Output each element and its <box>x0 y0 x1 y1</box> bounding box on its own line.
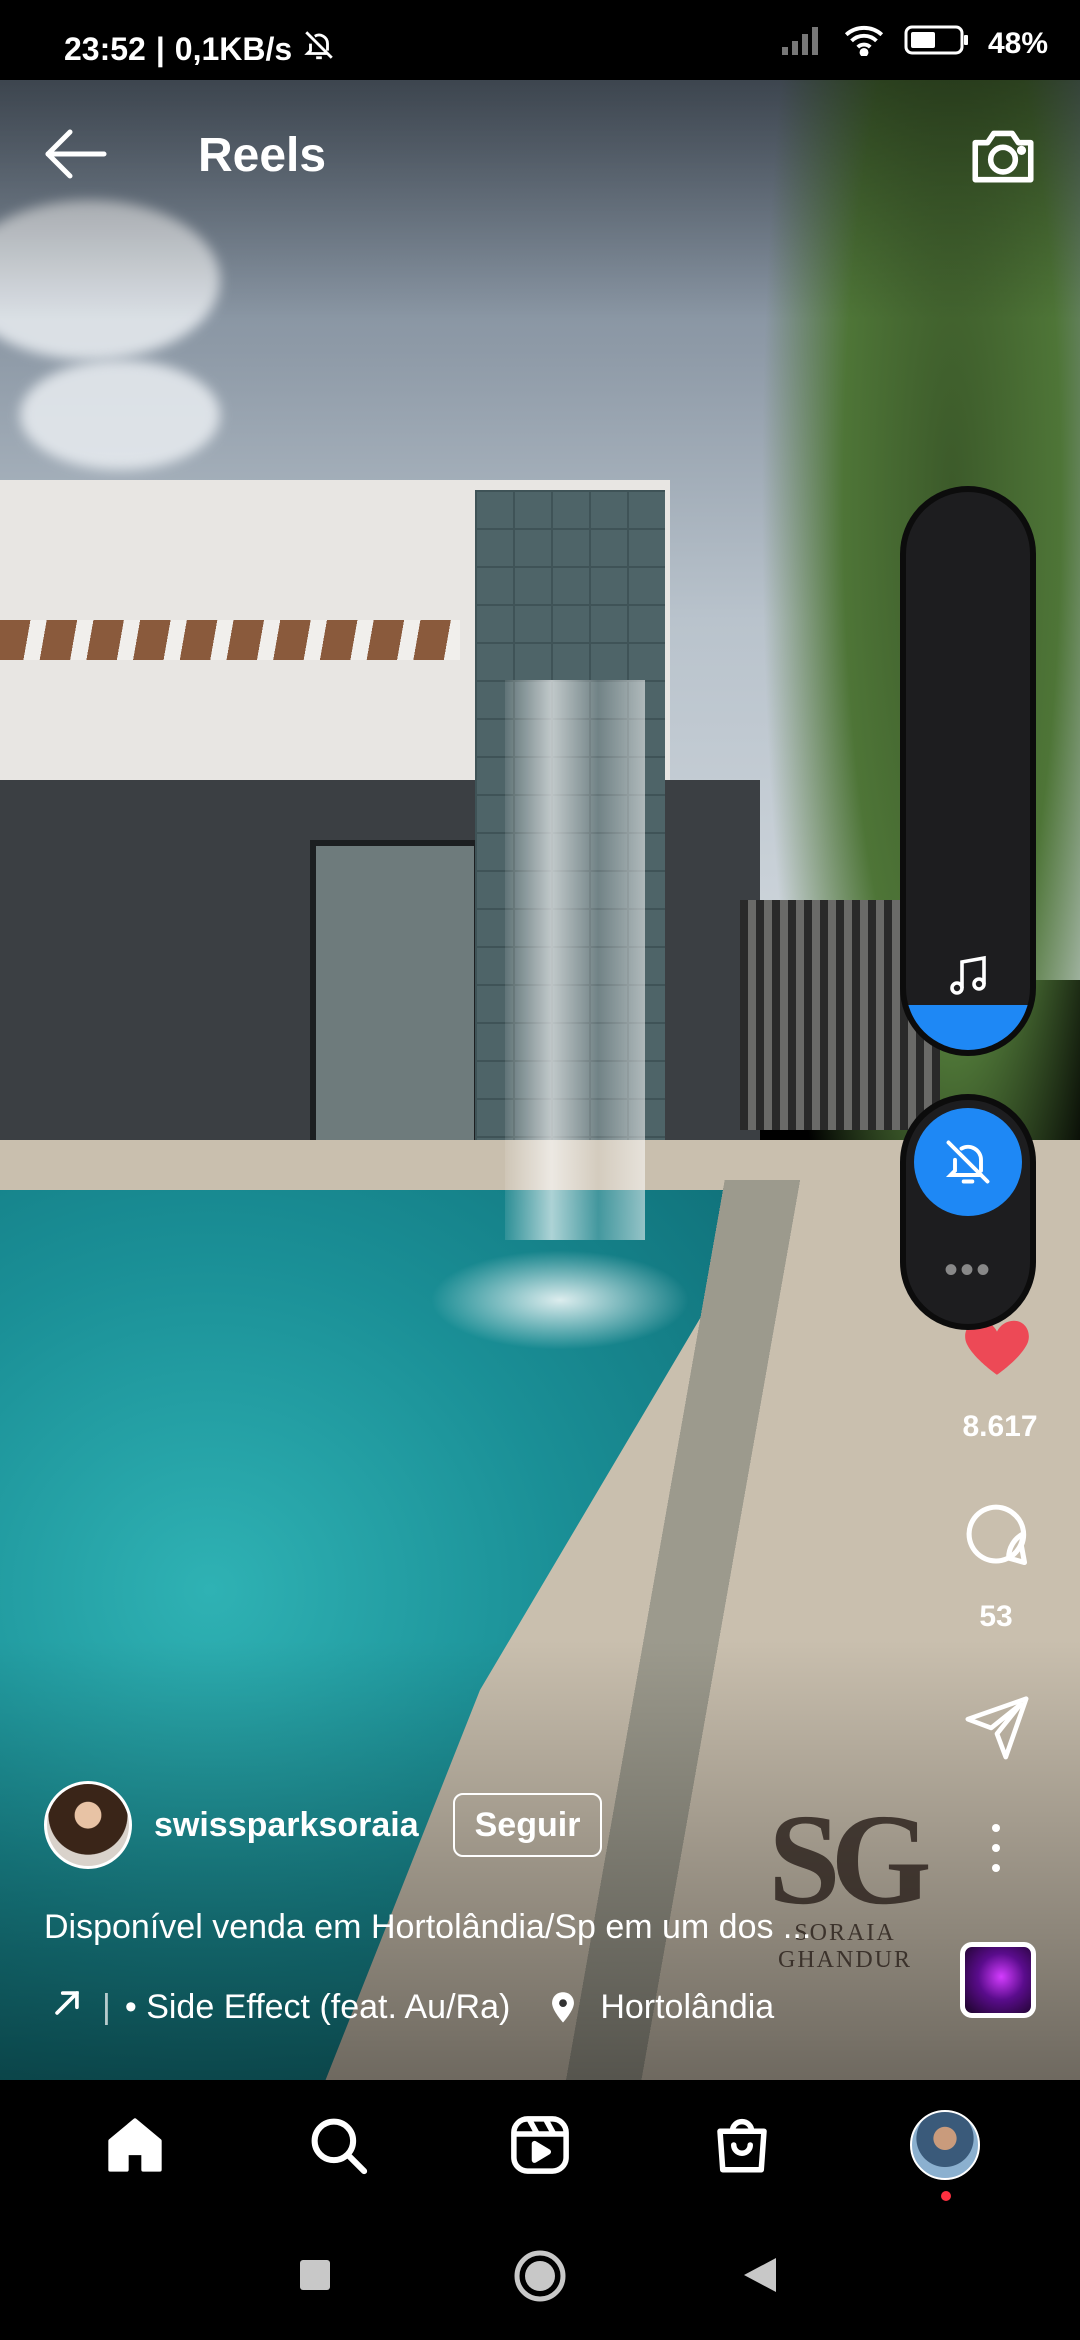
meta-separator: | <box>102 1988 111 2026</box>
battery-icon <box>904 24 970 64</box>
comment-count[interactable]: 53 <box>940 1600 1052 1634</box>
author-row: swissparksoraia Seguir <box>44 1780 603 1870</box>
signal-icon <box>781 25 824 63</box>
follow-button[interactable]: Seguir <box>452 1793 603 1857</box>
splash <box>430 1250 690 1350</box>
status-bar: 23:52 | 0,1KB/s 48% <box>0 0 1080 80</box>
caption[interactable]: Disponível venda em Hortolândia/Sp em um… <box>44 1908 944 1947</box>
camera-icon[interactable] <box>966 118 1040 192</box>
notification-dot <box>940 2191 951 2201</box>
status-separator: | <box>155 30 165 67</box>
recents-button[interactable] <box>298 2258 332 2297</box>
trending-arrow-icon <box>50 1986 84 2029</box>
watermark: SG SORAIA GHANDUR <box>730 1788 960 1974</box>
bell-off-icon <box>302 28 336 70</box>
audio-thumbnail[interactable] <box>960 1942 1036 2018</box>
profile-avatar[interactable] <box>909 2110 980 2180</box>
location-name: Hortolândia <box>600 1988 775 2026</box>
house-glass-door <box>310 840 480 1160</box>
username[interactable]: swissparksoraia <box>154 1806 419 1845</box>
profile-tab[interactable] <box>905 2105 985 2201</box>
cloud <box>20 360 220 470</box>
send-icon[interactable] <box>960 1690 1034 1760</box>
home-button[interactable] <box>512 2248 568 2309</box>
status-time: 23:52 <box>64 30 146 67</box>
status-left: 23:52 | 0,1KB/s <box>64 28 336 70</box>
reels-icon[interactable] <box>500 2105 580 2185</box>
home-icon[interactable] <box>95 2105 175 2185</box>
comment-icon[interactable] <box>958 1496 1034 1572</box>
shop-icon[interactable] <box>702 2105 782 2185</box>
audio-track[interactable]: • Side Effect (feat. Au/Ra) <box>125 1988 510 2027</box>
volume-slider[interactable] <box>900 486 1036 1056</box>
battery-level: 48% <box>987 27 1048 60</box>
more-horizontal-icon[interactable]: ••• <box>940 1250 996 1290</box>
mute-button[interactable] <box>914 1108 1022 1216</box>
location-pin-icon <box>552 1991 575 2023</box>
location-tag[interactable]: Hortolândia <box>548 1988 774 2027</box>
system-nav <box>0 2210 1080 2340</box>
house-pergola <box>0 620 460 660</box>
like-count[interactable]: 8.617 <box>930 1410 1070 1444</box>
more-vertical-icon[interactable] <box>976 1818 1016 1878</box>
status-right: 48% <box>781 24 1048 64</box>
back-button[interactable] <box>742 2256 778 2299</box>
sound-controls: ••• <box>900 1094 1036 1330</box>
music-note-icon <box>944 952 992 1000</box>
reel-meta: | • Side Effect (feat. Au/Ra) Hortolândi… <box>50 1986 774 2029</box>
avatar[interactable] <box>44 1781 132 1869</box>
reels-header: Reels <box>0 110 1080 200</box>
network-speed: 0,1KB/s <box>174 30 293 67</box>
page-title: Reels <box>198 129 327 182</box>
search-icon[interactable] <box>298 2105 378 2185</box>
watermark-mark: SG <box>768 1788 931 1932</box>
bottom-nav <box>0 2080 1080 2210</box>
wifi-icon <box>842 24 886 64</box>
arrow-left-icon[interactable] <box>40 124 110 184</box>
waterfall <box>505 680 645 1240</box>
volume-fill <box>906 1005 1030 1050</box>
